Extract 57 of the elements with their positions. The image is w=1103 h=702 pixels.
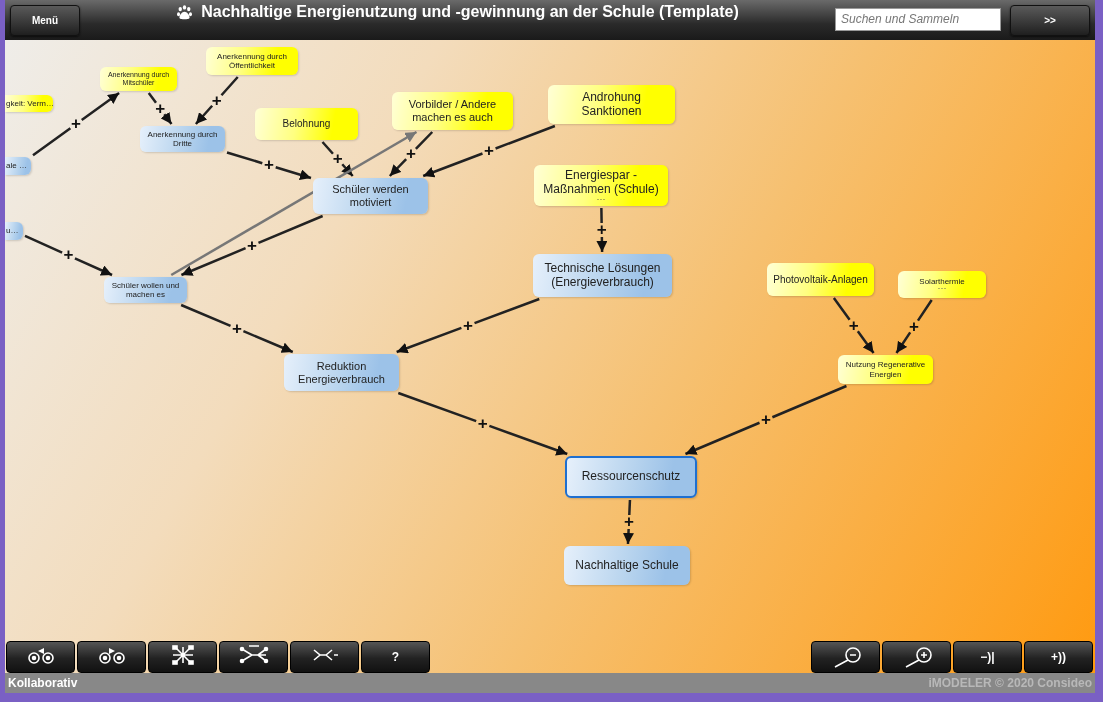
menu-button[interactable]: Menü [10, 4, 80, 36]
polarity-label: + [406, 144, 416, 163]
connector-arrow [895, 298, 933, 355]
diagram-node[interactable]: Vorbilder / Andere machen es auch [392, 92, 513, 130]
connector-arrow [622, 498, 634, 546]
polarity-label: + [332, 149, 343, 168]
diagram-node[interactable]: Solarthermie ··· [898, 271, 986, 298]
diagram-node[interactable]: Photovoltaik-Anlagen [767, 263, 874, 296]
polarity-label: + [484, 141, 494, 160]
diagram-node[interactable]: gkeit: Verm… [5, 95, 53, 112]
diagram-node[interactable]: ale … [5, 157, 31, 175]
mode-label: Kollaborativ [8, 676, 78, 690]
window-title: Nachhaltige Energienutzung und -gewinnung an der Schule (Template) [201, 3, 739, 21]
diagram-node[interactable]: Ressourcenschutz [565, 456, 697, 498]
diagram-node[interactable]: Androhung Sanktionen [548, 85, 675, 124]
toolbar-button[interactable] [219, 641, 288, 673]
connector-arrow [194, 75, 239, 126]
paw-icon [176, 4, 194, 21]
toolbar-button[interactable] [6, 641, 75, 673]
toolbar-button[interactable] [882, 641, 951, 673]
diagram-node[interactable]: Anerkennung durch Öffentlichkeit [206, 47, 298, 75]
polarity-label: + [211, 90, 222, 110]
polarity-label: + [848, 315, 859, 335]
polarity-label: + [909, 316, 920, 336]
toolbar-button[interactable]: +)) [1024, 641, 1093, 673]
toolbar-button[interactable]: ? [361, 641, 430, 673]
diagram-node[interactable]: Nachhaltige Schule [564, 546, 690, 585]
toolbar-button[interactable]: −)| [953, 641, 1022, 673]
polarity-label: + [232, 318, 242, 338]
diagram-node[interactable]: Belohnung [255, 108, 358, 140]
toolbar-button[interactable] [77, 641, 146, 673]
diagram-node[interactable]: Anerkennung durch Dritte [140, 126, 225, 152]
polarity-label: + [247, 235, 257, 255]
toolbar-button[interactable] [290, 641, 359, 673]
polarity-label: + [477, 413, 488, 433]
polarity-label: + [71, 114, 81, 134]
diagram-node[interactable]: Technische Lösungen (Energieverbrauch) [533, 254, 672, 297]
connector-arrow [832, 296, 875, 355]
polarity-label: + [624, 512, 634, 531]
toolbar-button[interactable] [811, 641, 880, 673]
polarity-label: + [63, 245, 74, 265]
toolbar-button[interactable] [148, 641, 217, 673]
connector-arrow [596, 206, 608, 254]
polarity-label: + [264, 155, 274, 175]
diagram-node[interactable]: u… [5, 222, 23, 240]
diagram-node[interactable]: Energiespar - Maßnahmen (Schule) ··· [534, 165, 668, 206]
polarity-label: + [761, 410, 771, 429]
diagram-node[interactable]: Schüler wollen und machen es [104, 277, 187, 303]
polarity-label: + [596, 220, 607, 239]
next-button[interactable]: >> [1010, 4, 1090, 36]
polarity-label: + [463, 315, 473, 335]
diagram-node[interactable]: Schüler werden motiviert [313, 178, 428, 214]
connector-arrow [147, 91, 173, 126]
diagram-node[interactable]: Reduktion Energieverbrauch [284, 354, 399, 391]
search-field[interactable]: Suchen und Sammeln [835, 7, 1001, 31]
diagram-node[interactable]: Nutzung Regenerative Energien [838, 355, 933, 384]
polarity-label: + [155, 98, 166, 118]
